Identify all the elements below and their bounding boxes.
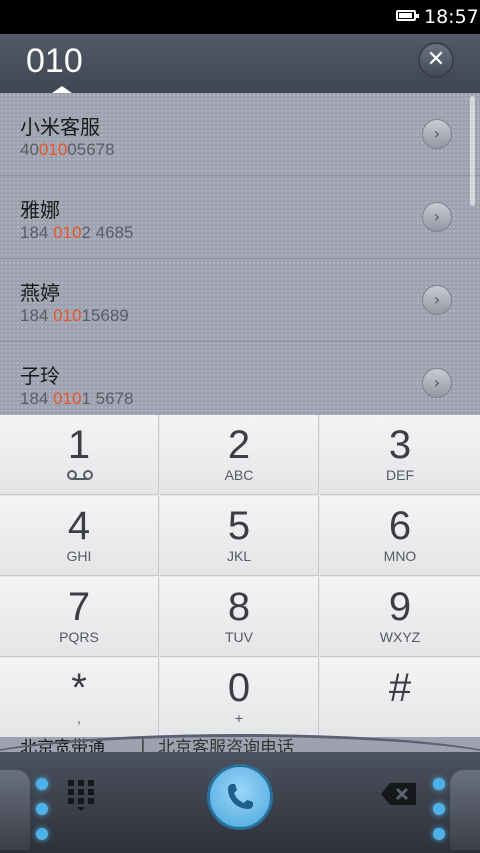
voicemail-icon	[67, 470, 93, 480]
contact-number: 184 01015689	[20, 306, 129, 325]
keypad-grid-icon[interactable]	[66, 778, 96, 812]
status-dots-right	[433, 778, 445, 853]
contact-name: 子玲	[20, 364, 60, 388]
key-star[interactable]: * ,	[0, 658, 159, 738]
chevron-right-icon: ›	[433, 207, 441, 226]
bottom-action-bar	[0, 734, 480, 853]
key-4[interactable]: 4 GHI	[0, 496, 159, 576]
backspace-icon[interactable]	[380, 782, 418, 806]
contact-name: 燕婷	[20, 281, 60, 305]
results-scrollbar[interactable]	[470, 96, 475, 206]
close-icon: ✕	[426, 47, 446, 72]
decorative-bracket-left	[0, 770, 30, 850]
key-2[interactable]: 2 ABC	[160, 415, 319, 495]
result-row[interactable]: 小米客服 4001005678 ›	[0, 93, 480, 176]
status-dots-left	[36, 778, 48, 853]
dialpad: 1 2 ABC 3 DEF 4 GHI 5 JKL 6 MNO 7 PQRS 8…	[0, 415, 480, 738]
battery-icon	[396, 10, 419, 21]
status-bar: 18:57	[0, 0, 480, 34]
contact-number: 184 0101 5678	[20, 389, 134, 408]
contact-number: 184 0102 4685	[20, 223, 134, 242]
contact-detail-button[interactable]: ›	[422, 368, 452, 398]
clear-input-button[interactable]: ✕	[418, 42, 454, 78]
result-row[interactable]: 燕婷 184 01015689 ›	[0, 259, 480, 342]
contact-detail-button[interactable]: ›	[422, 202, 452, 232]
dialed-number[interactable]: 010	[26, 42, 83, 81]
key-6[interactable]: 6 MNO	[320, 496, 480, 576]
result-row[interactable]: 子玲 184 0101 5678 ›	[0, 342, 480, 415]
dial-header: 010 ✕	[0, 34, 480, 93]
key-3[interactable]: 3 DEF	[320, 415, 480, 495]
key-5[interactable]: 5 JKL	[160, 496, 319, 576]
search-results-list[interactable]: 小米客服 4001005678 › 雅娜 184 0102 4685 › 燕婷 …	[0, 93, 480, 415]
contact-name: 雅娜	[20, 198, 60, 222]
decorative-bracket-right	[450, 770, 480, 850]
phone-icon	[228, 784, 253, 809]
key-0[interactable]: 0 +	[160, 658, 319, 738]
key-7[interactable]: 7 PQRS	[0, 577, 159, 657]
key-hash[interactable]: #	[320, 658, 480, 738]
caret-indicator	[52, 86, 72, 93]
key-8[interactable]: 8 TUV	[160, 577, 319, 657]
key-9[interactable]: 9 WXYZ	[320, 577, 480, 657]
call-button[interactable]	[207, 764, 273, 830]
result-row[interactable]: 雅娜 184 0102 4685 ›	[0, 176, 480, 259]
contact-detail-button[interactable]: ›	[422, 285, 452, 315]
chevron-right-icon: ›	[433, 373, 441, 392]
status-time: 18:57	[424, 6, 479, 28]
chevron-right-icon: ›	[433, 290, 441, 309]
contact-detail-button[interactable]: ›	[422, 119, 452, 149]
key-1[interactable]: 1	[0, 415, 159, 495]
chevron-right-icon: ›	[433, 124, 441, 143]
contact-name: 小米客服	[20, 115, 100, 139]
contact-number: 4001005678	[20, 140, 115, 159]
